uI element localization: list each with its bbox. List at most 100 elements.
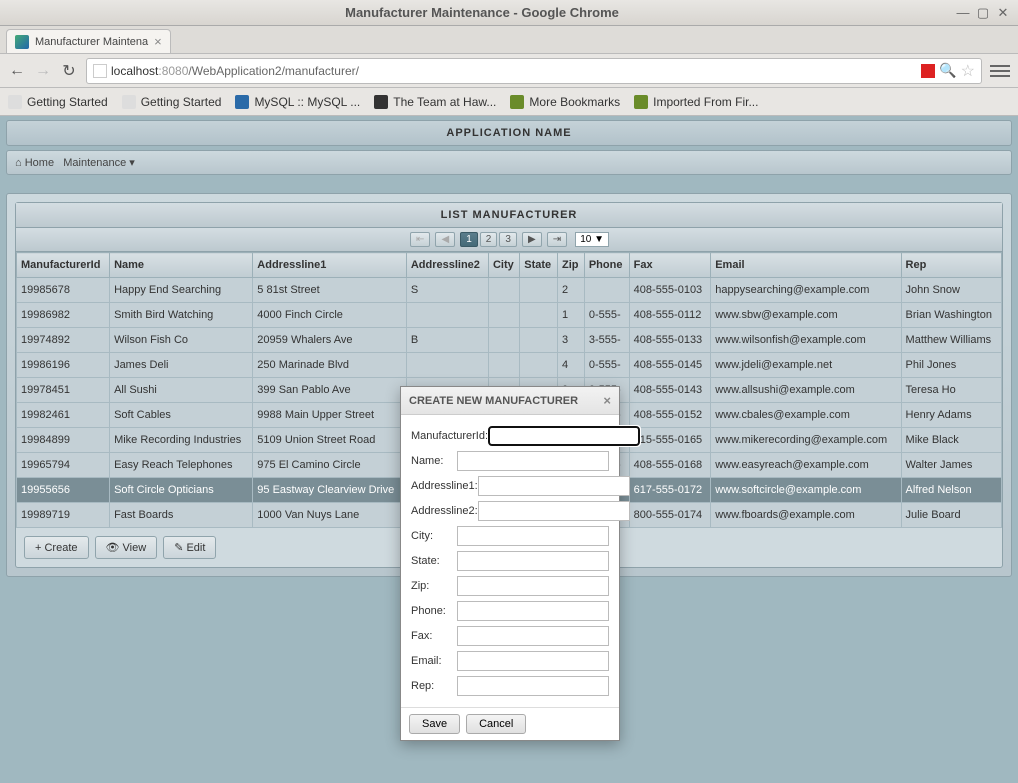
view-button[interactable]: 👁 View xyxy=(95,536,158,559)
maximize-icon[interactable]: ▢ xyxy=(976,6,990,20)
create-button[interactable]: + Create xyxy=(24,536,89,559)
cell-phone: 3-555- xyxy=(584,328,629,353)
cancel-button[interactable]: Cancel xyxy=(466,714,526,734)
column-header[interactable]: Rep xyxy=(901,253,1001,278)
breadcrumb-home[interactable]: Home xyxy=(25,157,54,169)
column-header[interactable]: State xyxy=(520,253,558,278)
field-input[interactable] xyxy=(478,476,630,496)
page-number[interactable]: 2 xyxy=(480,232,498,247)
cell-fax: 415-555-0165 xyxy=(629,428,711,453)
cell-email: www.jdeli@example.net xyxy=(711,353,901,378)
cell-fax: 617-555-0172 xyxy=(629,478,711,503)
edit-button[interactable]: ✎ Edit xyxy=(163,536,216,559)
field-input[interactable] xyxy=(478,501,630,521)
bookmark-item[interactable]: The Team at Haw... xyxy=(374,95,496,109)
cell-email: www.easyreach@example.com xyxy=(711,453,901,478)
cell-email: www.mikerecording@example.com xyxy=(711,428,901,453)
page-content: APPLICATION NAME ⌂ Home Maintenance ▾ LI… xyxy=(0,116,1018,783)
cell-name: Wilson Fish Co xyxy=(110,328,253,353)
field-input[interactable] xyxy=(457,626,609,646)
field-input[interactable] xyxy=(457,651,609,671)
column-header[interactable]: Phone xyxy=(584,253,629,278)
field-input[interactable] xyxy=(457,526,609,546)
tab-strip: Manufacturer Maintena × xyxy=(0,26,1018,54)
table-row[interactable]: 19986982Smith Bird Watching4000 Finch Ci… xyxy=(17,303,1002,328)
url-text: localhost:8080/WebApplication2/manufactu… xyxy=(111,64,917,78)
bookmark-item[interactable]: MySQL :: MySQL ... xyxy=(235,95,360,109)
bookmark-label: MySQL :: MySQL ... xyxy=(254,95,360,109)
cell-a2 xyxy=(406,353,488,378)
browser-tab[interactable]: Manufacturer Maintena × xyxy=(6,29,171,53)
bookmark-icon xyxy=(634,95,648,109)
field-input[interactable] xyxy=(488,426,640,446)
cell-fax: 408-555-0112 xyxy=(629,303,711,328)
bookmark-item[interactable]: More Bookmarks xyxy=(510,95,620,109)
dialog-close-icon[interactable]: × xyxy=(603,393,611,408)
zoom-icon[interactable]: 🔍 xyxy=(939,62,956,79)
field-input[interactable] xyxy=(457,676,609,696)
field-input[interactable] xyxy=(457,551,609,571)
cell-id: 19986196 xyxy=(17,353,110,378)
column-header[interactable]: Zip xyxy=(558,253,585,278)
column-header[interactable]: Name xyxy=(110,253,253,278)
cell-city xyxy=(488,278,519,303)
field-input[interactable] xyxy=(457,601,609,621)
cell-rep: Julie Board xyxy=(901,503,1001,528)
page-number[interactable]: 3 xyxy=(499,232,517,247)
page-size-select[interactable]: 10 ▼ xyxy=(575,232,609,247)
field-label: ManufacturerId: xyxy=(411,430,488,442)
cell-a1: 975 El Camino Circle xyxy=(253,453,407,478)
field-label: Zip: xyxy=(411,580,457,592)
cell-a1: 20959 Whalers Ave xyxy=(253,328,407,353)
bookmark-label: The Team at Haw... xyxy=(393,95,496,109)
column-header[interactable]: City xyxy=(488,253,519,278)
cell-email: happysearching@example.com xyxy=(711,278,901,303)
field-input[interactable] xyxy=(457,576,609,596)
cell-name: Happy End Searching xyxy=(110,278,253,303)
bookmark-star-icon[interactable]: ☆ xyxy=(961,61,975,81)
back-icon[interactable]: ← xyxy=(8,62,26,80)
column-header[interactable]: Addressline1 xyxy=(253,253,407,278)
table-row[interactable]: 19985678Happy End Searching5 81st Street… xyxy=(17,278,1002,303)
cell-rep: Brian Washington xyxy=(901,303,1001,328)
cell-email: www.allsushi@example.com xyxy=(711,378,901,403)
table-row[interactable]: 19986196James Deli250 Marinade Blvd40-55… xyxy=(17,353,1002,378)
field-label: Rep: xyxy=(411,680,457,692)
bookmark-item[interactable]: Getting Started xyxy=(122,95,222,109)
save-button[interactable]: Save xyxy=(409,714,460,734)
page-next-icon[interactable]: ▶ xyxy=(522,232,542,247)
cell-a2 xyxy=(406,303,488,328)
table-row[interactable]: 19974892Wilson Fish Co20959 Whalers AveB… xyxy=(17,328,1002,353)
cell-fax: 408-555-0143 xyxy=(629,378,711,403)
column-header[interactable]: Email xyxy=(711,253,901,278)
cell-state xyxy=(520,328,558,353)
page-prev-icon[interactable]: ◀ xyxy=(435,232,455,247)
tab-close-icon[interactable]: × xyxy=(154,34,162,49)
breadcrumb-current[interactable]: Maintenance ▾ xyxy=(63,157,135,169)
cell-rep: John Snow xyxy=(901,278,1001,303)
forward-icon[interactable]: → xyxy=(34,62,52,80)
page-last-icon[interactable]: ⇥ xyxy=(547,232,567,247)
cell-rep: Walter James xyxy=(901,453,1001,478)
bookmark-icon xyxy=(374,95,388,109)
cell-zip: 4 xyxy=(558,353,585,378)
close-window-icon[interactable]: ✕ xyxy=(996,6,1010,20)
cell-zip: 3 xyxy=(558,328,585,353)
nav-bar: ← → ↻ localhost:8080/WebApplication2/man… xyxy=(0,54,1018,88)
field-label: Phone: xyxy=(411,605,457,617)
cell-fax: 408-555-0145 xyxy=(629,353,711,378)
cell-name: Soft Cables xyxy=(110,403,253,428)
column-header[interactable]: ManufacturerId xyxy=(17,253,110,278)
bookmark-item[interactable]: Imported From Fir... xyxy=(634,95,758,109)
page-number[interactable]: 1 xyxy=(460,232,478,247)
reload-icon[interactable]: ↻ xyxy=(60,62,78,80)
minimize-icon[interactable]: — xyxy=(956,6,970,20)
column-header[interactable]: Addressline2 xyxy=(406,253,488,278)
column-header[interactable]: Fax xyxy=(629,253,711,278)
bookmark-item[interactable]: Getting Started xyxy=(8,95,108,109)
url-box[interactable]: localhost:8080/WebApplication2/manufactu… xyxy=(86,58,982,84)
field-input[interactable] xyxy=(457,451,609,471)
page-first-icon[interactable]: ⇤ xyxy=(410,232,430,247)
menu-icon[interactable] xyxy=(990,61,1010,81)
extension-icon[interactable] xyxy=(921,64,935,78)
